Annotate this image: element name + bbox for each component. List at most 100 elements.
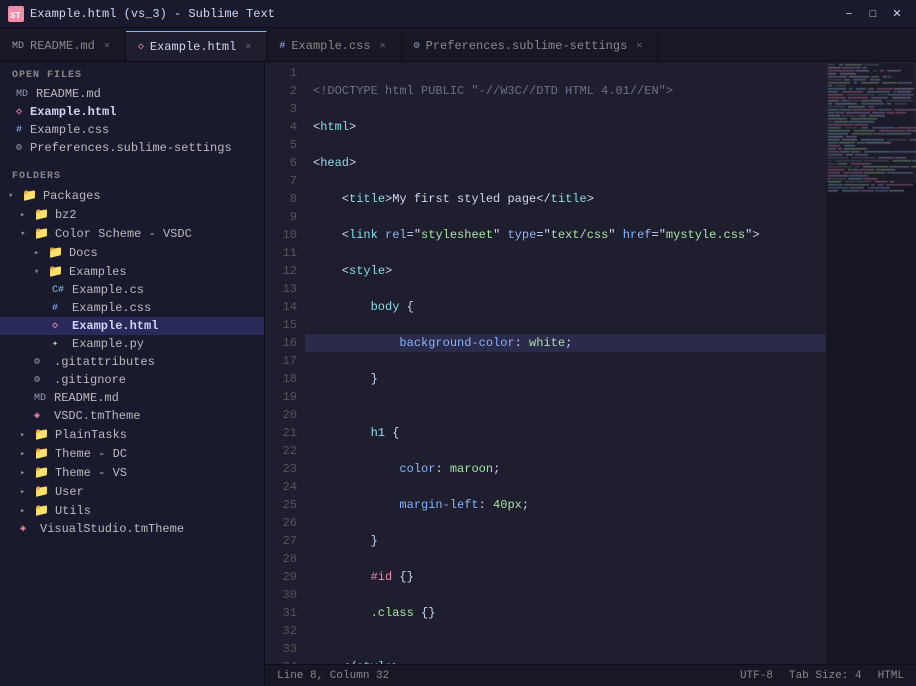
sidebar-item-example-css-file[interactable]: # Example.css (0, 299, 264, 317)
line-13: margin-left: 40px; (305, 496, 826, 514)
examples-label: Examples (67, 265, 127, 279)
tab-example-html-close[interactable]: ✕ (242, 40, 254, 54)
sidebar-item-bz2[interactable]: ▸ 📁 bz2 (0, 205, 264, 224)
line-12: color: maroon; (305, 460, 826, 478)
chevron-bz2: ▸ (20, 210, 30, 220)
folder-theme-dc-icon: 📁 (34, 446, 49, 461)
md-icon: MD (8, 89, 28, 100)
sidebar-item-example-html-file[interactable]: ◇ Example.html (0, 317, 264, 335)
html-icon-of: ◇ (8, 106, 22, 118)
vsdc-tmtheme-label: VSDC.tmTheme (52, 409, 140, 423)
syntax-status[interactable]: HTML (878, 670, 904, 682)
line-col-status[interactable]: Line 8, Column 32 (277, 670, 389, 682)
tab-preferences-close[interactable]: ✕ (633, 39, 645, 53)
sidebar: OPEN FILES MD README.md ◇ Example.html #… (0, 62, 265, 686)
visualstudio-tmtheme-label: VisualStudio.tmTheme (38, 522, 184, 536)
code-panel[interactable]: 12345 678910 1112131415 1617181920 21222… (265, 62, 826, 664)
color-scheme-label: Color Scheme - VSDC (53, 227, 192, 241)
tab-example-css-close[interactable]: ✕ (377, 39, 389, 53)
folder-packages-icon: 📁 (22, 188, 37, 203)
sidebar-item-docs[interactable]: ▸ 📁 Docs (0, 243, 264, 262)
line-7: body { (305, 298, 826, 316)
of-preferences-label: Preferences.sublime-settings (26, 141, 232, 155)
line-9: } (305, 370, 826, 388)
gear-icon-of: ⚙ (8, 142, 22, 154)
of-example-css-label: Example.css (26, 123, 109, 137)
sidebar-item-of-preferences[interactable]: ⚙ Preferences.sublime-settings (0, 139, 264, 157)
line-11: h1 { (305, 424, 826, 442)
line-8: background-color: white; (305, 334, 826, 352)
of-readme-label: README.md (32, 87, 101, 101)
chevron-user: ▸ (20, 487, 30, 497)
tab-readme-close[interactable]: ✕ (101, 39, 113, 53)
tab-readme[interactable]: MD README.md ✕ (0, 31, 126, 61)
line-2: <html> (305, 118, 826, 136)
gitattributes-label: .gitattributes (52, 355, 155, 369)
sidebar-item-of-readme[interactable]: MD README.md (0, 85, 264, 103)
editor-content: 12345 678910 1112131415 1617181920 21222… (265, 62, 916, 664)
status-left: Line 8, Column 32 (277, 670, 389, 682)
encoding-status[interactable]: UTF-8 (740, 670, 773, 682)
folder-plain-tasks-icon: 📁 (34, 427, 49, 442)
packages-label: Packages (41, 189, 101, 203)
sidebar-item-example-py[interactable]: ✦ Example.py (0, 335, 264, 353)
docs-label: Docs (67, 246, 98, 260)
tab-preferences-label: Preferences.sublime-settings (426, 39, 628, 53)
py-icon: ✦ (52, 338, 66, 350)
tab-bar: MD README.md ✕ ◇ Example.html ✕ # Exampl… (0, 28, 916, 62)
sidebar-item-color-scheme[interactable]: ▾ 📁 Color Scheme - VSDC (0, 224, 264, 243)
minimap-canvas (826, 62, 916, 664)
tab-readme-icon: MD (12, 41, 24, 52)
tm-icon-vs: ◈ (20, 523, 34, 535)
md-icon-tree: MD (34, 393, 48, 404)
sidebar-item-theme-dc[interactable]: ▸ 📁 Theme - DC (0, 444, 264, 463)
sidebar-item-of-example-html[interactable]: ◇ Example.html (0, 103, 264, 121)
example-cs-label: Example.cs (70, 283, 144, 297)
example-html-file-label: Example.html (70, 319, 158, 333)
folder-color-scheme-icon: 📁 (34, 226, 49, 241)
sidebar-item-user[interactable]: ▸ 📁 User (0, 482, 264, 501)
chevron-color-scheme: ▾ (20, 229, 30, 239)
user-label: User (53, 485, 84, 499)
svg-text:ST: ST (10, 11, 21, 21)
tab-preferences[interactable]: ⚙ Preferences.sublime-settings ✕ (402, 31, 659, 61)
tab-readme-label: README.md (30, 39, 95, 53)
tab-size-status[interactable]: Tab Size: 4 (789, 670, 862, 682)
gitignore-icon: ⚙ (34, 374, 48, 386)
sidebar-item-vsdc-tmtheme[interactable]: ◈ VSDC.tmTheme (0, 407, 264, 425)
sidebar-item-visualstudio-tmtheme[interactable]: ◈ VisualStudio.tmTheme (0, 520, 264, 538)
line-5: <link rel="stylesheet" type="text/css" h… (305, 226, 826, 244)
maximize-button[interactable]: □ (862, 5, 884, 23)
code-editor[interactable]: <!DOCTYPE html PUBLIC "-//W3C//DTD HTML … (305, 62, 826, 664)
minimize-button[interactable]: − (838, 5, 860, 23)
tab-example-html[interactable]: ◇ Example.html ✕ (126, 31, 267, 61)
line-14: } (305, 532, 826, 550)
sidebar-item-of-example-css[interactable]: # Example.css (0, 121, 264, 139)
editor-area: 12345 678910 1112131415 1617181920 21222… (265, 62, 916, 686)
folder-examples-icon: 📁 (48, 264, 63, 279)
sidebar-item-plain-tasks[interactable]: ▸ 📁 PlainTasks (0, 425, 264, 444)
line-16: .class {} (305, 604, 826, 622)
sidebar-item-gitattributes[interactable]: ⚙ .gitattributes (0, 353, 264, 371)
folder-bz2-icon: 📁 (34, 207, 49, 222)
sidebar-item-packages[interactable]: ▾ 📁 Packages (0, 186, 264, 205)
chevron-packages: ▾ (8, 191, 18, 201)
example-py-label: Example.py (70, 337, 144, 351)
chevron-examples: ▾ (34, 267, 44, 277)
folder-theme-vs-icon: 📁 (34, 465, 49, 480)
tab-example-css[interactable]: # Example.css ✕ (267, 31, 401, 61)
cs-icon: C# (52, 285, 66, 296)
example-css-file-label: Example.css (70, 301, 151, 315)
html-icon-tree: ◇ (52, 320, 66, 332)
sidebar-item-examples[interactable]: ▾ 📁 Examples (0, 262, 264, 281)
sidebar-item-gitignore[interactable]: ⚙ .gitignore (0, 371, 264, 389)
window-title: Example.html (vs_3) - Sublime Text (30, 7, 275, 21)
css-icon-of: # (8, 125, 22, 136)
sidebar-item-utils[interactable]: ▸ 📁 Utils (0, 501, 264, 520)
sidebar-item-theme-vs[interactable]: ▸ 📁 Theme - VS (0, 463, 264, 482)
sidebar-item-readme-file[interactable]: MD README.md (0, 389, 264, 407)
sidebar-item-example-cs[interactable]: C# Example.cs (0, 281, 264, 299)
close-button[interactable]: ✕ (886, 5, 908, 23)
chevron-theme-vs: ▸ (20, 468, 30, 478)
main-layout: OPEN FILES MD README.md ◇ Example.html #… (0, 62, 916, 686)
